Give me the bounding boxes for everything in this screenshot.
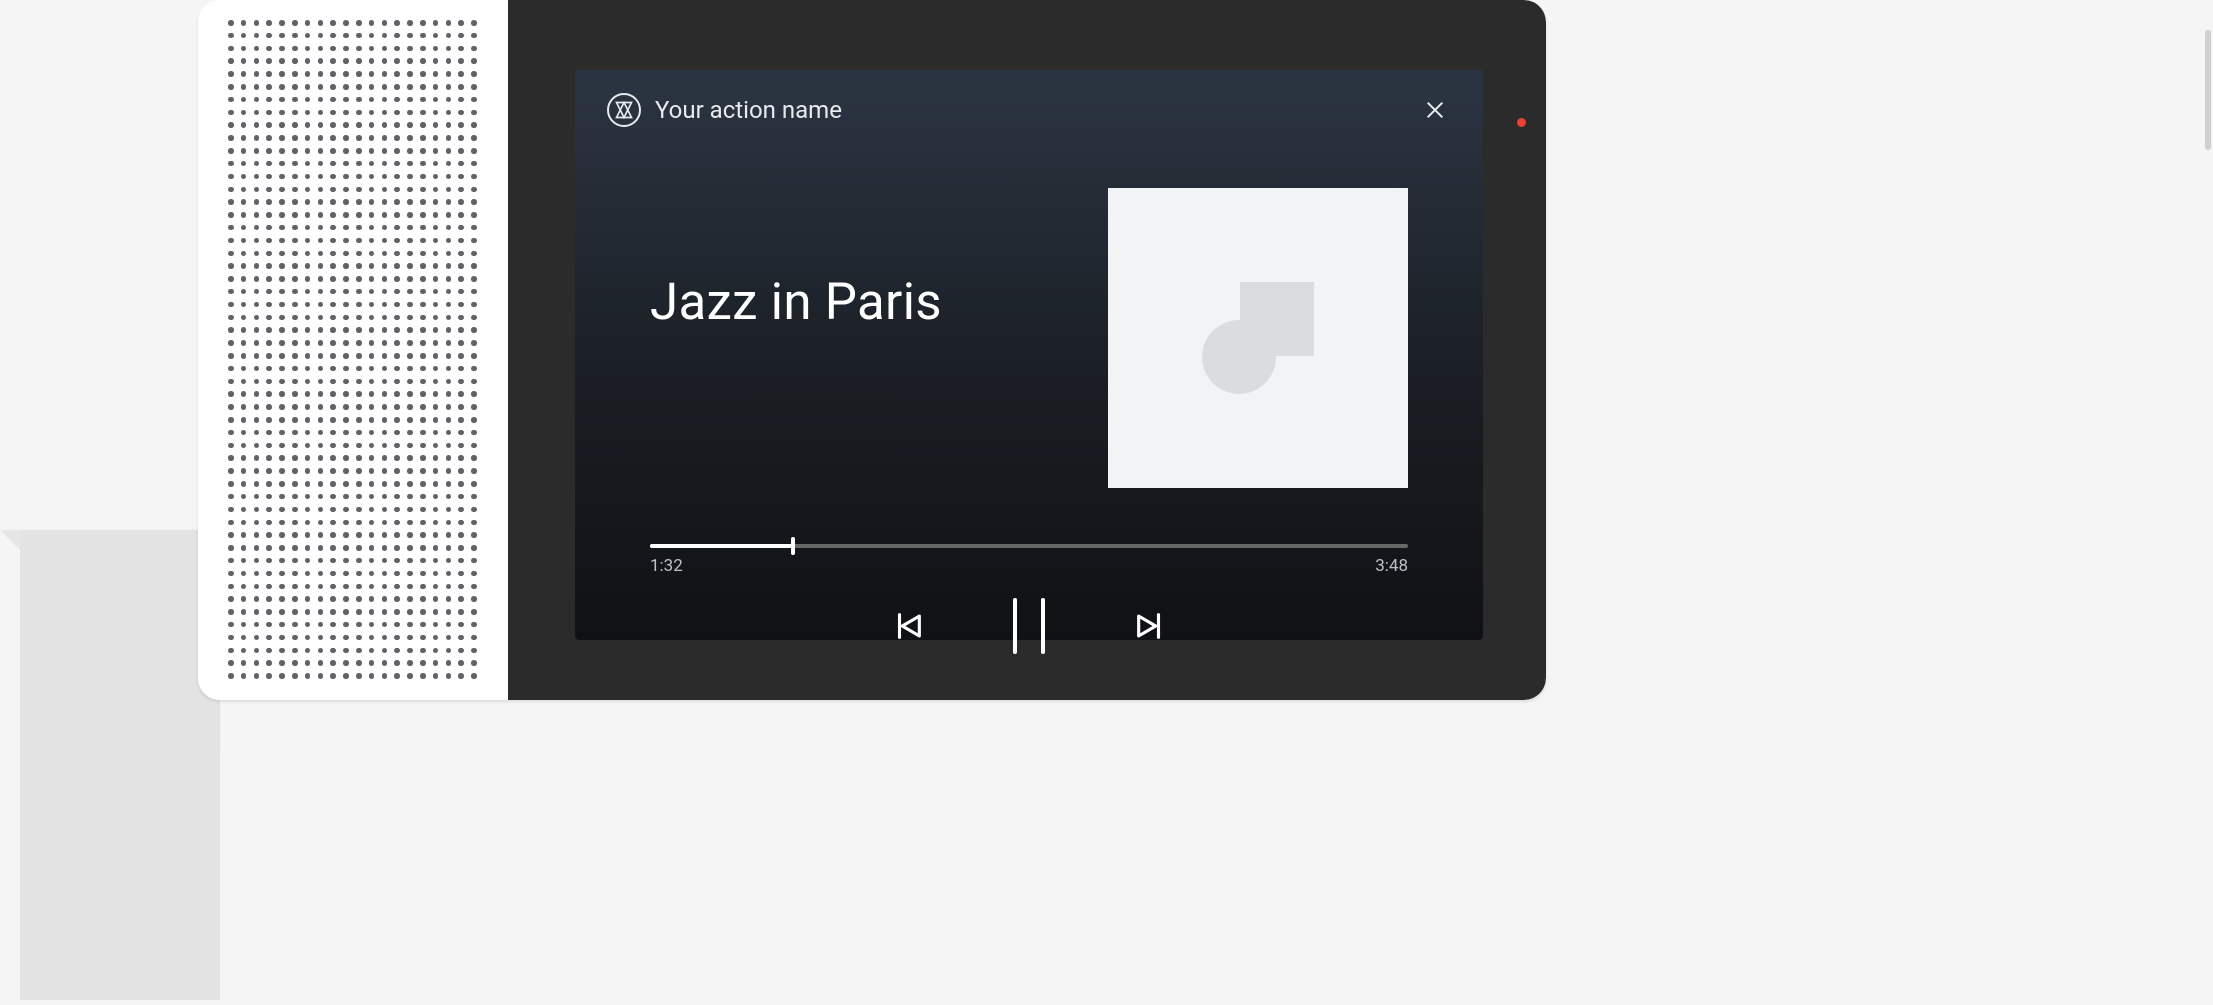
track-title: Jazz in Paris — [650, 273, 942, 332]
app-logo-icon — [607, 93, 641, 127]
progress-section: 1:32 3:48 — [575, 544, 1483, 576]
pause-button[interactable] — [1013, 598, 1045, 654]
media-player-card: Your action name Jazz in Paris — [575, 70, 1483, 640]
display-screen: Your action name Jazz in Paris — [508, 0, 1546, 700]
skip-next-icon — [1133, 609, 1167, 643]
skip-next-button[interactable] — [1133, 609, 1167, 643]
playback-controls — [575, 598, 1483, 654]
total-time: 3:48 — [1375, 556, 1408, 576]
card-body: Jazz in Paris — [575, 188, 1483, 488]
seek-bar-fill — [650, 544, 793, 548]
backdrop-diagonal — [0, 530, 220, 750]
pause-icon — [1041, 598, 1045, 654]
album-art-placeholder — [1108, 188, 1408, 488]
close-icon — [1424, 99, 1446, 121]
seek-bar[interactable] — [650, 544, 1408, 548]
time-row: 1:32 3:48 — [650, 556, 1408, 576]
card-header: Your action name — [575, 70, 1483, 128]
skip-previous-button[interactable] — [891, 609, 925, 643]
page-scrollbar[interactable] — [2205, 30, 2211, 150]
placeholder-circle-icon — [1202, 320, 1276, 394]
smart-display-device: Your action name Jazz in Paris — [198, 0, 1546, 700]
close-button[interactable] — [1417, 92, 1453, 128]
pause-icon — [1013, 598, 1017, 654]
skip-previous-icon — [891, 609, 925, 643]
seek-bar-thumb[interactable] — [791, 537, 795, 555]
status-indicator-dot — [1517, 118, 1526, 127]
elapsed-time: 1:32 — [650, 556, 683, 576]
speaker-grille — [198, 0, 508, 700]
app-title: Your action name — [655, 96, 1417, 124]
